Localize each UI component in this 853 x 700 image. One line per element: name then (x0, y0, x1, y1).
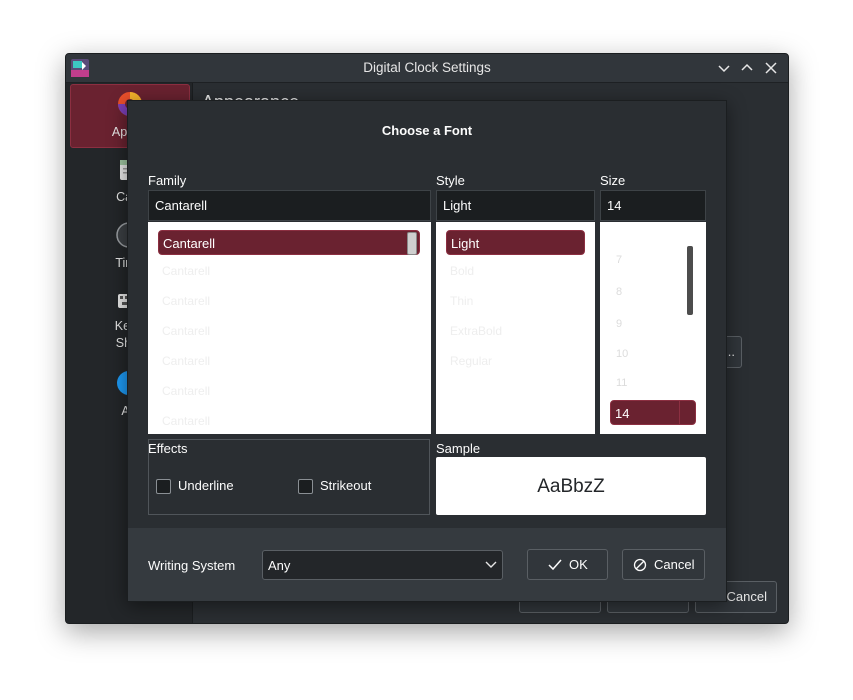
underline-checkbox[interactable] (156, 479, 171, 494)
list-item[interactable]: 10 (616, 348, 628, 360)
size-label: Size (600, 173, 626, 188)
cancel-button[interactable]: Cancel (622, 549, 705, 580)
ok-button[interactable]: OK (527, 549, 608, 580)
sample-label: Sample (436, 441, 481, 456)
list-item[interactable]: Cantarell (162, 324, 210, 338)
title-bar: Digital Clock Settings (66, 54, 788, 83)
effects-label: Effects (148, 441, 188, 456)
list-item[interactable]: 9 (616, 318, 622, 330)
sample-text: AaBbzZ (537, 476, 605, 497)
size-input[interactable]: 14 (600, 190, 706, 221)
strikeout-label[interactable]: Strikeout (320, 478, 371, 493)
writing-system-label: Writing System (148, 558, 236, 573)
family-list-item-selected[interactable]: Cantarell (158, 230, 420, 255)
size-list-item-selected[interactable]: 14 (610, 400, 696, 425)
list-item[interactable]: Cantarell (162, 414, 210, 428)
style-label: Style (436, 173, 465, 188)
family-list[interactable]: Cantarell Cantarell Cantarell Cantarell … (148, 222, 431, 434)
cancel-icon (633, 558, 647, 572)
style-input[interactable]: Light (436, 190, 595, 221)
list-item[interactable]: ExtraBold (450, 324, 502, 338)
family-input[interactable]: Cantarell (148, 190, 431, 221)
style-list[interactable]: Light Bold Thin ExtraBold Regular (436, 222, 595, 434)
underline-label[interactable]: Underline (178, 478, 234, 493)
list-item[interactable]: Regular (450, 354, 492, 368)
minimize-button[interactable] (715, 59, 733, 77)
writing-system-select[interactable]: Any (262, 550, 503, 580)
sample-preview: AaBbzZ (436, 457, 706, 515)
list-item[interactable]: 8 (616, 286, 622, 298)
list-item[interactable]: Bold (450, 264, 474, 278)
list-item[interactable]: Thin (450, 294, 473, 308)
size-list[interactable]: 7 8 9 10 11 14 (600, 222, 706, 434)
list-item[interactable]: Cantarell (162, 354, 210, 368)
list-item[interactable]: Cantarell (162, 294, 210, 308)
chevron-down-icon (485, 561, 497, 568)
dialog-footer: Writing System Any OK Cancel (128, 528, 726, 601)
list-item[interactable]: 11 (616, 377, 627, 389)
list-item[interactable]: Cantarell (162, 264, 210, 278)
effects-group (148, 439, 430, 515)
list-item[interactable]: 7 (616, 254, 622, 266)
close-button[interactable] (762, 59, 780, 77)
style-list-item-selected[interactable]: Light (446, 230, 585, 255)
size-scroll-handle[interactable] (687, 246, 693, 315)
family-scroll-handle[interactable] (407, 232, 417, 255)
window-title: Digital Clock Settings (363, 60, 491, 75)
family-label: Family (148, 173, 187, 188)
maximize-button[interactable] (738, 59, 756, 77)
strikeout-checkbox[interactable] (298, 479, 313, 494)
choose-font-dialog: Choose a Font Family Cantarell Cantarell… (127, 100, 727, 602)
check-icon (548, 559, 562, 571)
dialog-title: Choose a Font (381, 123, 473, 138)
list-item[interactable]: Cantarell (162, 384, 210, 398)
